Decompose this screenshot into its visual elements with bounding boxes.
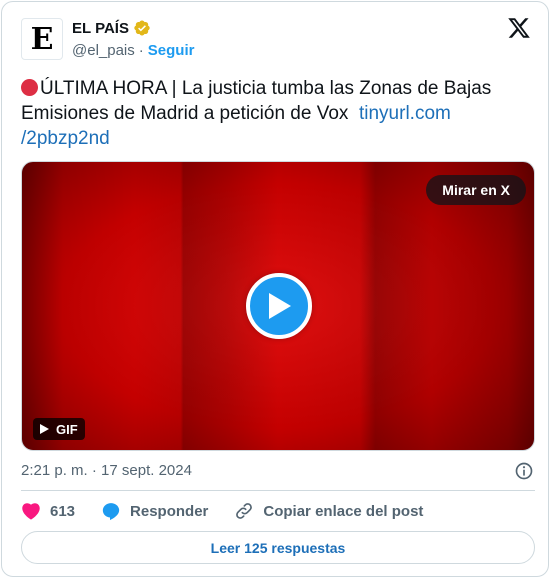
divider [21, 490, 535, 491]
play-icon [269, 293, 291, 319]
watch-on-x-button[interactable]: Mirar en X [426, 175, 526, 205]
display-name[interactable]: EL PAÍS [72, 20, 129, 37]
action-bar: 613 Responder Copiar enlace del post [21, 500, 449, 522]
author-name-row: EL PAÍS [72, 19, 151, 37]
handle-separator: · [138, 42, 144, 59]
reply-label: Responder [130, 502, 209, 520]
gif-badge: GIF [33, 418, 85, 440]
tweet-card: E EL PAÍS @el_pais · Seguir ÚLTIMA HORA … [1, 1, 549, 577]
tweet-link-part1: tinyurl.com [358, 103, 451, 124]
copy-link-button[interactable]: Copiar enlace del post [234, 501, 423, 521]
timestamp[interactable]: 2:21 p. m. · 17 sept. 2024 [21, 462, 192, 479]
verified-badge-icon [134, 20, 150, 36]
follow-button[interactable]: Seguir [148, 42, 195, 59]
handle[interactable]: @el_pais [72, 42, 135, 59]
read-replies-button[interactable]: Leer 125 respuestas [21, 531, 535, 564]
gif-label: GIF [56, 421, 78, 437]
play-button[interactable] [246, 273, 312, 339]
x-logo-icon[interactable] [507, 16, 531, 40]
copy-link-label: Copiar enlace del post [263, 502, 424, 520]
heart-icon [22, 503, 40, 520]
watch-on-x-label: Mirar en X [442, 182, 510, 198]
media-gif[interactable]: Mirar en X GIF [21, 161, 535, 451]
link-icon [236, 503, 253, 519]
info-icon[interactable] [514, 461, 534, 481]
like-button[interactable]: 613 [21, 502, 75, 520]
like-count: 613 [50, 502, 76, 520]
avatar[interactable]: E [21, 18, 63, 60]
handle-row: @el_pais · Seguir [72, 42, 194, 59]
reply-button[interactable]: Responder [101, 501, 208, 521]
red-circle-icon [21, 79, 38, 96]
avatar-letter: E [30, 21, 54, 57]
read-replies-label: Leer 125 respuestas [210, 539, 346, 556]
play-small-icon [40, 424, 49, 434]
tweet-link-part2: /2pbzp2nd [21, 128, 110, 149]
reply-bubble-icon [102, 503, 120, 521]
tweet-text: ÚLTIMA HORA | La justicia tumba las Zona… [21, 76, 521, 151]
